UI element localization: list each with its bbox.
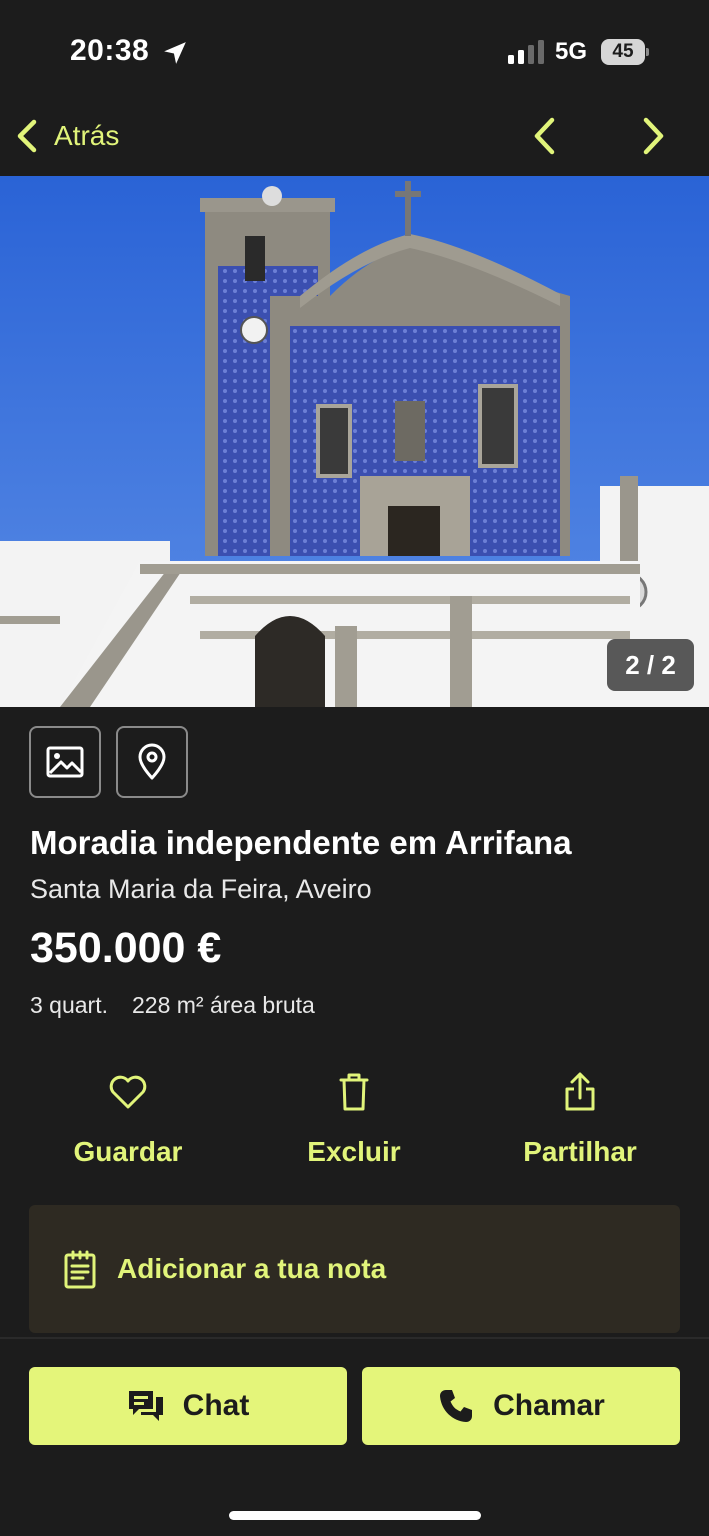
listing-features: 3 quart. 228 m² área bruta	[30, 992, 315, 1019]
phone-icon	[440, 1390, 473, 1422]
share-label: Partilhar	[523, 1136, 637, 1167]
nav-bar: Atrás	[0, 100, 709, 176]
battery-icon: 45	[601, 39, 649, 65]
add-note-label: Adicionar a tua nota	[117, 1253, 387, 1284]
chat-button[interactable]: Chat	[29, 1367, 347, 1445]
call-label: Chamar	[493, 1389, 605, 1422]
photos-tab-button[interactable]	[29, 726, 101, 798]
delete-button[interactable]: Excluir	[254, 1070, 454, 1180]
previous-listing-button[interactable]	[528, 116, 562, 156]
share-icon	[565, 1072, 595, 1111]
church-photo	[0, 176, 709, 707]
status-bar: 20:38 5G 45	[0, 0, 709, 100]
status-time: 20:38	[70, 34, 150, 67]
back-label: Atrás	[54, 120, 120, 151]
add-note-button[interactable]: Adicionar a tua nota	[29, 1205, 680, 1333]
listing-title: Moradia independente em Arrifana	[30, 824, 572, 861]
chevron-left-icon	[17, 119, 37, 153]
notepad-icon	[64, 1250, 96, 1289]
location-arrow-icon	[164, 42, 186, 64]
map-tab-button[interactable]	[116, 726, 188, 798]
map-pin-icon	[138, 743, 166, 780]
signal-icon	[508, 40, 544, 64]
save-button[interactable]: Guardar	[28, 1070, 228, 1180]
delete-label: Excluir	[307, 1136, 401, 1167]
trash-icon	[339, 1073, 369, 1111]
rooms-count: 3 quart.	[30, 992, 108, 1018]
heart-icon	[109, 1075, 147, 1109]
chat-bubbles-icon	[128, 1391, 163, 1421]
gross-area: 228 m² área bruta	[132, 992, 315, 1018]
home-indicator	[229, 1511, 481, 1520]
network-type: 5G	[555, 38, 588, 65]
next-listing-button[interactable]	[636, 116, 670, 156]
share-button[interactable]: Partilhar	[480, 1070, 680, 1180]
image-icon	[46, 746, 84, 778]
bottom-divider	[0, 1337, 709, 1339]
call-button[interactable]: Chamar	[362, 1367, 680, 1445]
listing-photo[interactable]: 2 / 2	[0, 176, 709, 707]
battery-level: 45	[612, 41, 634, 62]
listing-price: 350.000 €	[30, 924, 222, 972]
back-button[interactable]: Atrás	[14, 116, 119, 156]
listing-location: Santa Maria da Feira, Aveiro	[30, 874, 372, 904]
save-label: Guardar	[73, 1136, 183, 1167]
photo-counter: 2 / 2	[607, 639, 694, 691]
chat-label: Chat	[182, 1389, 250, 1422]
